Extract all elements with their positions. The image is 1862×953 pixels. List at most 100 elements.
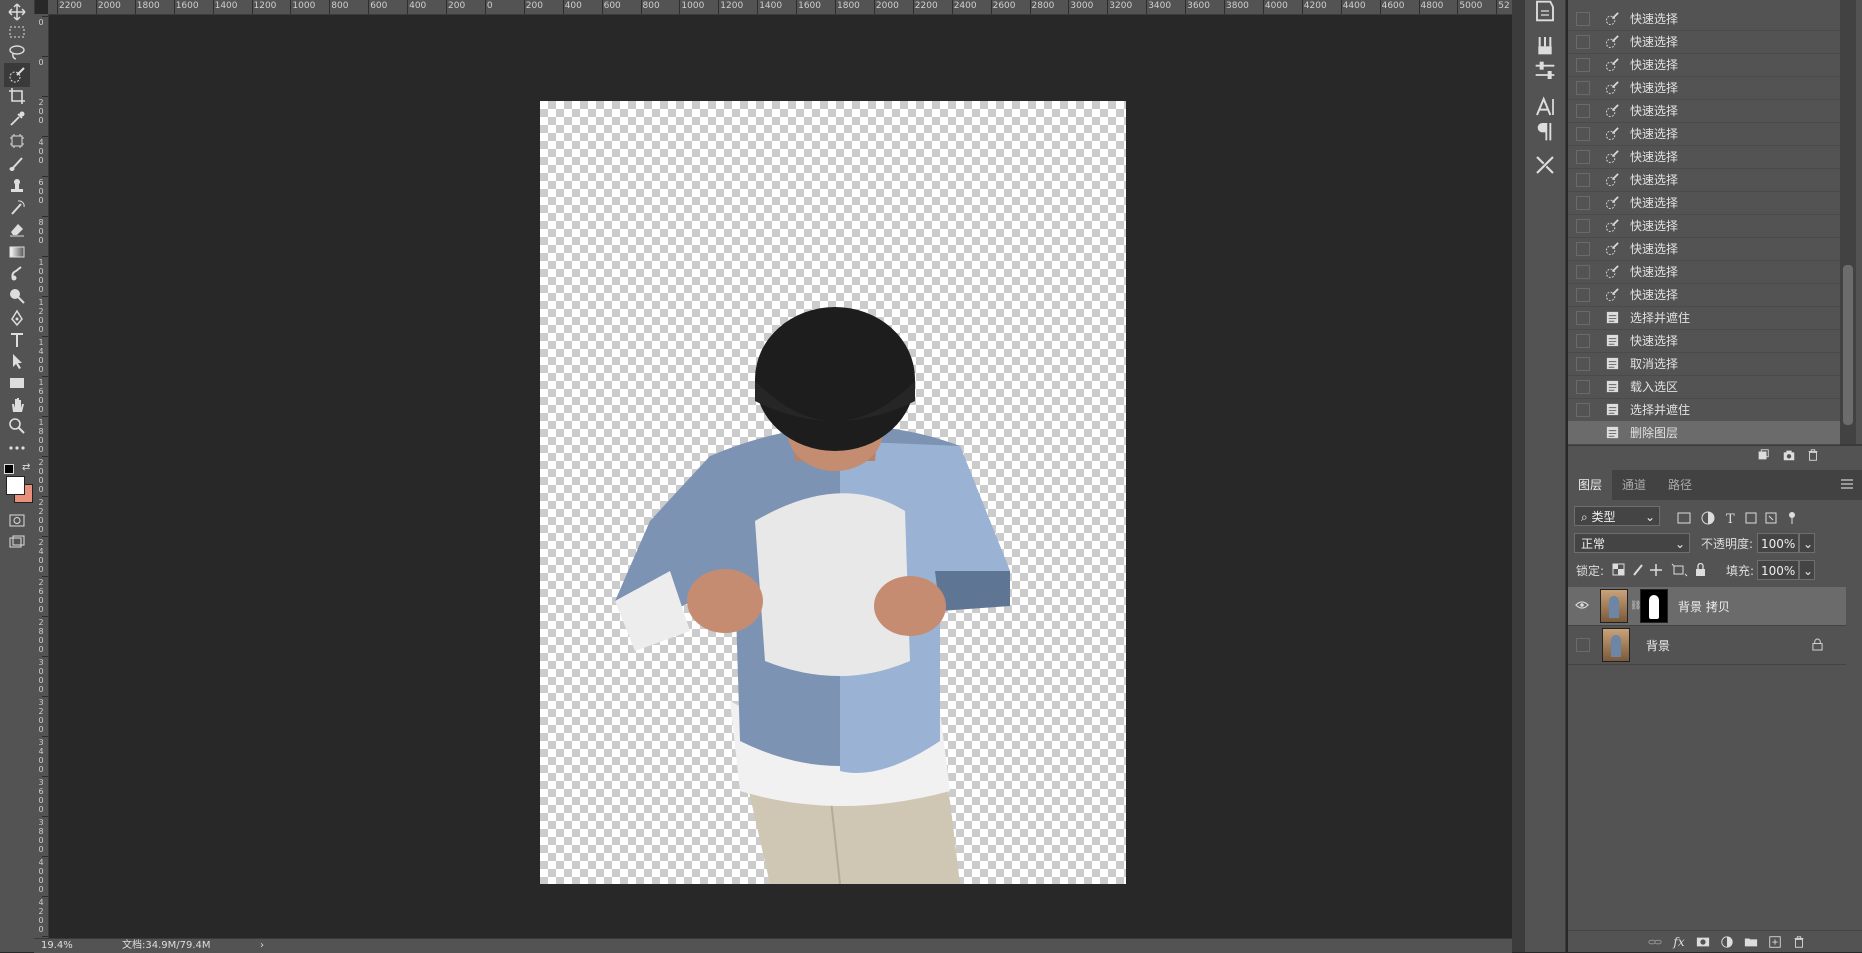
layer-name[interactable]: 背景 (1646, 637, 1670, 654)
tab-layers[interactable]: 图层 (1568, 470, 1613, 500)
history-state-row[interactable]: 快速选择 (1568, 168, 1840, 192)
layer-mask-thumbnail[interactable] (1640, 589, 1668, 623)
history-state-row[interactable]: 快速选择 (1568, 145, 1840, 169)
tab-paths[interactable]: 路径 (1658, 470, 1702, 500)
mask-icon[interactable] (1695, 934, 1711, 950)
visibility-toggle[interactable] (1576, 638, 1590, 652)
history-scroll-thumb[interactable] (1843, 265, 1853, 425)
rectangle-tool-icon[interactable] (4, 371, 30, 395)
history-source-checkbox[interactable] (1576, 103, 1590, 118)
history-state-row[interactable]: 快速选择 (1568, 191, 1840, 215)
tool-presets-icon[interactable] (1533, 154, 1557, 176)
history-source-checkbox[interactable] (1576, 379, 1590, 394)
delete-state-icon[interactable] (1805, 447, 1821, 463)
history-source-checkbox[interactable] (1576, 356, 1590, 371)
color-swatches[interactable]: ⇄ (4, 462, 33, 504)
history-source-checkbox[interactable] (1576, 402, 1590, 417)
history-state-row[interactable]: 快速选择 (1568, 30, 1840, 54)
group-icon[interactable] (1743, 934, 1759, 950)
history-state-row[interactable]: 载入选区 (1568, 375, 1840, 399)
mask-link-icon[interactable]: ⛓ (1630, 601, 1641, 611)
history-source-checkbox[interactable] (1576, 264, 1590, 279)
paragraph-panel-icon[interactable] (1533, 120, 1557, 142)
gradient-tool-icon[interactable] (4, 240, 30, 264)
opacity-input[interactable]: 100% (1757, 533, 1799, 553)
layer-row[interactable]: 背景 (1568, 626, 1846, 665)
layer-filter-select[interactable]: ⌕ 类型 ⌄ (1574, 506, 1660, 526)
brush-tool-icon[interactable] (4, 152, 30, 176)
new-layer-icon[interactable] (1767, 934, 1783, 950)
new-document-from-state-icon[interactable] (1755, 447, 1771, 463)
history-state-row[interactable]: 快速选择 (1568, 53, 1840, 77)
lock-options[interactable] (1612, 562, 1718, 577)
brush-settings-icon[interactable] (1533, 34, 1557, 56)
smudge-tool-icon[interactable] (4, 262, 30, 286)
history-source-checkbox[interactable] (1576, 218, 1590, 233)
history-source-checkbox[interactable] (1576, 310, 1590, 325)
trash-icon[interactable] (1791, 934, 1807, 950)
history-state-row[interactable]: 快速选择 (1568, 122, 1840, 146)
history-source-checkbox[interactable] (1576, 172, 1590, 187)
stamp-tool-icon[interactable] (4, 174, 30, 198)
layer-row[interactable]: ⛓ 背景 拷贝 (1568, 587, 1846, 626)
history-state-row[interactable]: 快速选择 (1568, 214, 1840, 238)
layer-thumbnail[interactable] (1600, 589, 1628, 623)
canvas-vertical-scrollbar[interactable] (1512, 0, 1524, 952)
path-select-icon[interactable] (4, 349, 30, 373)
history-state-row[interactable]: 快速选择 (1568, 260, 1840, 284)
quick-mask-icon[interactable] (4, 508, 30, 532)
fill-input[interactable]: 100% (1757, 560, 1799, 580)
screen-mode-icon[interactable] (4, 530, 30, 554)
character-panel-icon[interactable] (1533, 96, 1557, 118)
canvas-area[interactable] (49, 15, 1512, 938)
link-icon[interactable] (1647, 934, 1663, 950)
zoom-tool-icon[interactable] (4, 414, 30, 438)
pen-tool-icon[interactable] (4, 306, 30, 330)
eraser-tool-icon[interactable] (4, 217, 30, 241)
history-source-checkbox[interactable] (1576, 34, 1590, 49)
history-state-row[interactable]: 快速选择 (1568, 7, 1840, 31)
status-menu-arrow[interactable]: › (260, 939, 264, 953)
history-source-checkbox[interactable] (1576, 126, 1590, 141)
layer-name[interactable]: 背景 拷贝 (1678, 598, 1730, 615)
history-source-checkbox[interactable] (1576, 333, 1590, 348)
history-source-checkbox[interactable] (1576, 11, 1590, 26)
properties-icon[interactable] (1533, 0, 1557, 22)
blend-mode-select[interactable]: 正常 ⌄ (1574, 533, 1690, 553)
history-source-checkbox[interactable] (1576, 241, 1590, 256)
history-source-checkbox[interactable] (1576, 425, 1590, 440)
fill-dropdown[interactable]: ⌄ (1799, 560, 1815, 580)
history-source-checkbox[interactable] (1576, 57, 1590, 72)
adjust-sliders-icon[interactable] (1533, 60, 1557, 82)
adjustment-icon[interactable] (1719, 934, 1735, 950)
fx-icon[interactable]: fx (1671, 934, 1687, 950)
opacity-dropdown[interactable]: ⌄ (1799, 533, 1815, 553)
history-scrollbar[interactable] (1840, 0, 1856, 444)
panel-menu-icon[interactable] (1840, 478, 1854, 490)
history-state-row[interactable]: 快速选择 (1568, 283, 1840, 307)
history-source-checkbox[interactable] (1576, 149, 1590, 164)
history-state-row[interactable]: 快速选择 (1568, 99, 1840, 123)
swap-colors-icon[interactable]: ⇄ (22, 462, 30, 473)
history-state-row[interactable]: 删除图层 (1568, 421, 1840, 445)
history-source-checkbox[interactable] (1576, 195, 1590, 210)
frame-tool-icon[interactable] (4, 129, 30, 153)
dodge-tool-icon[interactable] (4, 284, 30, 308)
history-source-checkbox[interactable] (1576, 287, 1590, 302)
history-state-row[interactable]: 快速选择 (1568, 76, 1840, 100)
snapshot-camera-icon[interactable] (1781, 447, 1797, 463)
lasso-tool-icon[interactable] (4, 40, 30, 64)
eye-icon[interactable] (1570, 599, 1594, 613)
foreground-color-swatch[interactable] (6, 476, 25, 495)
eyedropper-tool-icon[interactable] (4, 107, 30, 131)
default-colors-icon[interactable] (4, 464, 14, 474)
zoom-level[interactable]: 19.4% (41, 939, 73, 953)
history-state-row[interactable]: 快速选择 (1568, 329, 1840, 353)
history-source-checkbox[interactable] (1576, 80, 1590, 95)
history-state-row[interactable]: 取消选择 (1568, 352, 1840, 376)
tab-channels[interactable]: 通道 (1612, 470, 1656, 500)
history-state-row[interactable]: 选择并遮住 (1568, 398, 1840, 422)
history-state-row[interactable]: 快速选择 (1568, 237, 1840, 261)
more-tools-icon[interactable] (4, 436, 30, 460)
crop-tool-icon[interactable] (4, 84, 30, 108)
